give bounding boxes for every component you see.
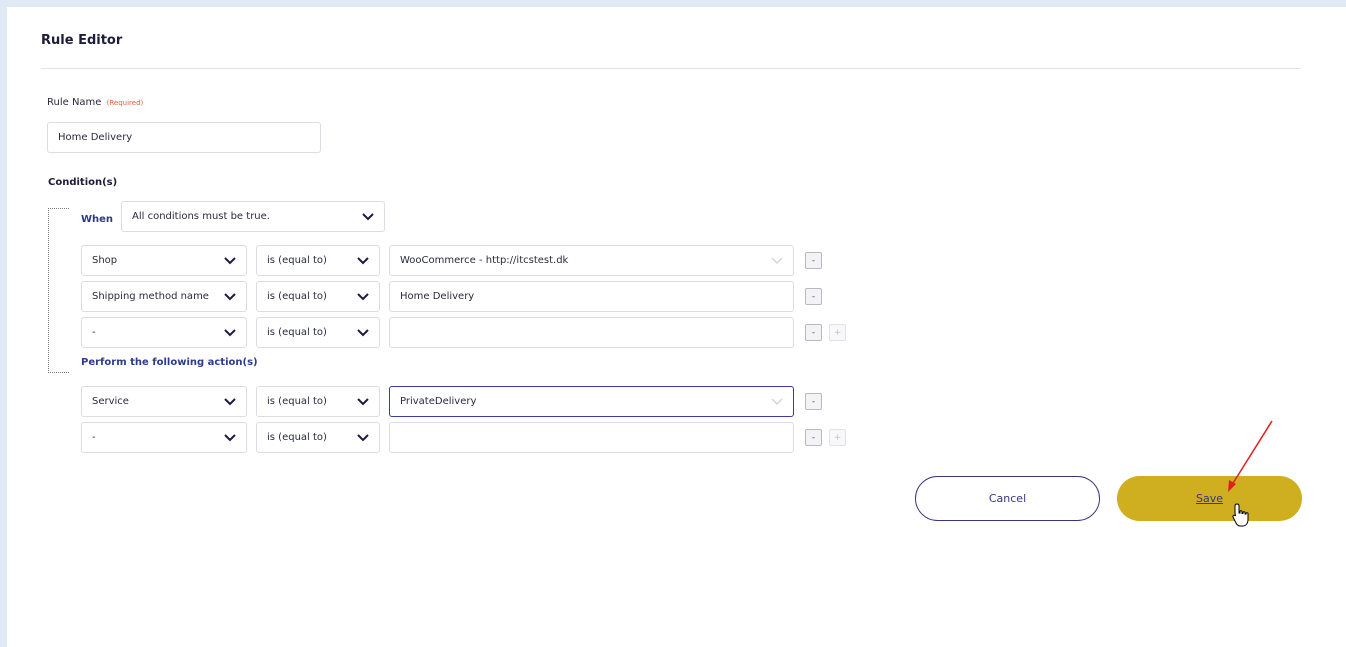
- action-1-field: Service: [92, 396, 129, 407]
- condition-3-field: -: [92, 327, 96, 338]
- action-1-value: PrivateDelivery: [400, 396, 477, 407]
- chevron-down-icon: [357, 397, 369, 405]
- condition-1-field-select[interactable]: Shop: [81, 245, 247, 276]
- condition-add-button[interactable]: +: [829, 324, 846, 341]
- required-tag: (Required): [106, 99, 144, 107]
- action-add-button[interactable]: +: [829, 429, 846, 446]
- action-2-remove-button[interactable]: -: [805, 429, 822, 446]
- page-title: Rule Editor: [41, 33, 123, 48]
- rule-editor-panel: Rule Editor Rule Name (Required) Home De…: [7, 7, 1346, 647]
- condition-2-operator-select[interactable]: is (equal to): [256, 281, 380, 312]
- condition-2-operator: is (equal to): [267, 291, 327, 302]
- chevron-down-icon: [224, 397, 236, 405]
- tree-connector-bottom: [48, 372, 69, 373]
- actions-heading: Perform the following action(s): [81, 357, 258, 368]
- condition-3-operator-select[interactable]: is (equal to): [256, 317, 380, 348]
- chevron-down-icon: [362, 212, 374, 220]
- action-1-operator: is (equal to): [267, 396, 327, 407]
- title-divider: [41, 68, 1301, 69]
- tree-connector-line: [48, 208, 49, 373]
- when-label: When: [81, 214, 114, 225]
- condition-2-field-select[interactable]: Shipping method name: [81, 281, 247, 312]
- cancel-button[interactable]: Cancel: [915, 476, 1100, 521]
- condition-2-value: Home Delivery: [400, 291, 475, 302]
- rule-name-input[interactable]: Home Delivery: [47, 122, 321, 153]
- action-2-operator: is (equal to): [267, 432, 327, 443]
- action-2-field: -: [92, 432, 96, 443]
- chevron-down-icon: [224, 433, 236, 441]
- action-2-field-select[interactable]: -: [81, 422, 247, 453]
- rule-name-value: Home Delivery: [58, 132, 133, 143]
- chevron-down-icon: [771, 256, 783, 264]
- action-1-operator-select[interactable]: is (equal to): [256, 386, 380, 417]
- condition-1-operator-select[interactable]: is (equal to): [256, 245, 380, 276]
- chevron-down-icon: [357, 328, 369, 336]
- action-1-field-select[interactable]: Service: [81, 386, 247, 417]
- action-2-operator-select[interactable]: is (equal to): [256, 422, 380, 453]
- action-2-value-input[interactable]: [389, 422, 794, 453]
- chevron-down-icon: [357, 433, 369, 441]
- when-select[interactable]: All conditions must be true.: [121, 201, 385, 232]
- chevron-down-icon: [224, 292, 236, 300]
- condition-1-value: WooCommerce - http://itcstest.dk: [400, 255, 569, 266]
- condition-1-operator: is (equal to): [267, 255, 327, 266]
- tree-connector-top: [48, 208, 69, 209]
- condition-3-operator: is (equal to): [267, 327, 327, 338]
- condition-2-remove-button[interactable]: -: [805, 288, 822, 305]
- condition-3-remove-button[interactable]: -: [805, 324, 822, 341]
- when-select-value: All conditions must be true.: [132, 211, 270, 222]
- chevron-down-icon: [357, 292, 369, 300]
- save-button[interactable]: Save: [1117, 476, 1302, 521]
- condition-2-field: Shipping method name: [92, 291, 209, 302]
- condition-3-value-input[interactable]: [389, 317, 794, 348]
- chevron-down-icon: [357, 256, 369, 264]
- condition-3-field-select[interactable]: -: [81, 317, 247, 348]
- rule-name-label: Rule Name (Required): [47, 97, 143, 108]
- chevron-down-icon: [224, 256, 236, 264]
- rule-name-label-text: Rule Name: [47, 97, 102, 108]
- condition-1-value-select[interactable]: WooCommerce - http://itcstest.dk: [389, 245, 794, 276]
- condition-1-remove-button[interactable]: -: [805, 252, 822, 269]
- action-1-value-select[interactable]: PrivateDelivery: [389, 386, 794, 417]
- conditions-heading: Condition(s): [48, 177, 118, 188]
- action-1-remove-button[interactable]: -: [805, 393, 822, 410]
- chevron-down-icon: [224, 328, 236, 336]
- condition-2-value-input[interactable]: Home Delivery: [389, 281, 794, 312]
- condition-1-field: Shop: [92, 255, 118, 266]
- chevron-down-icon: [771, 397, 783, 405]
